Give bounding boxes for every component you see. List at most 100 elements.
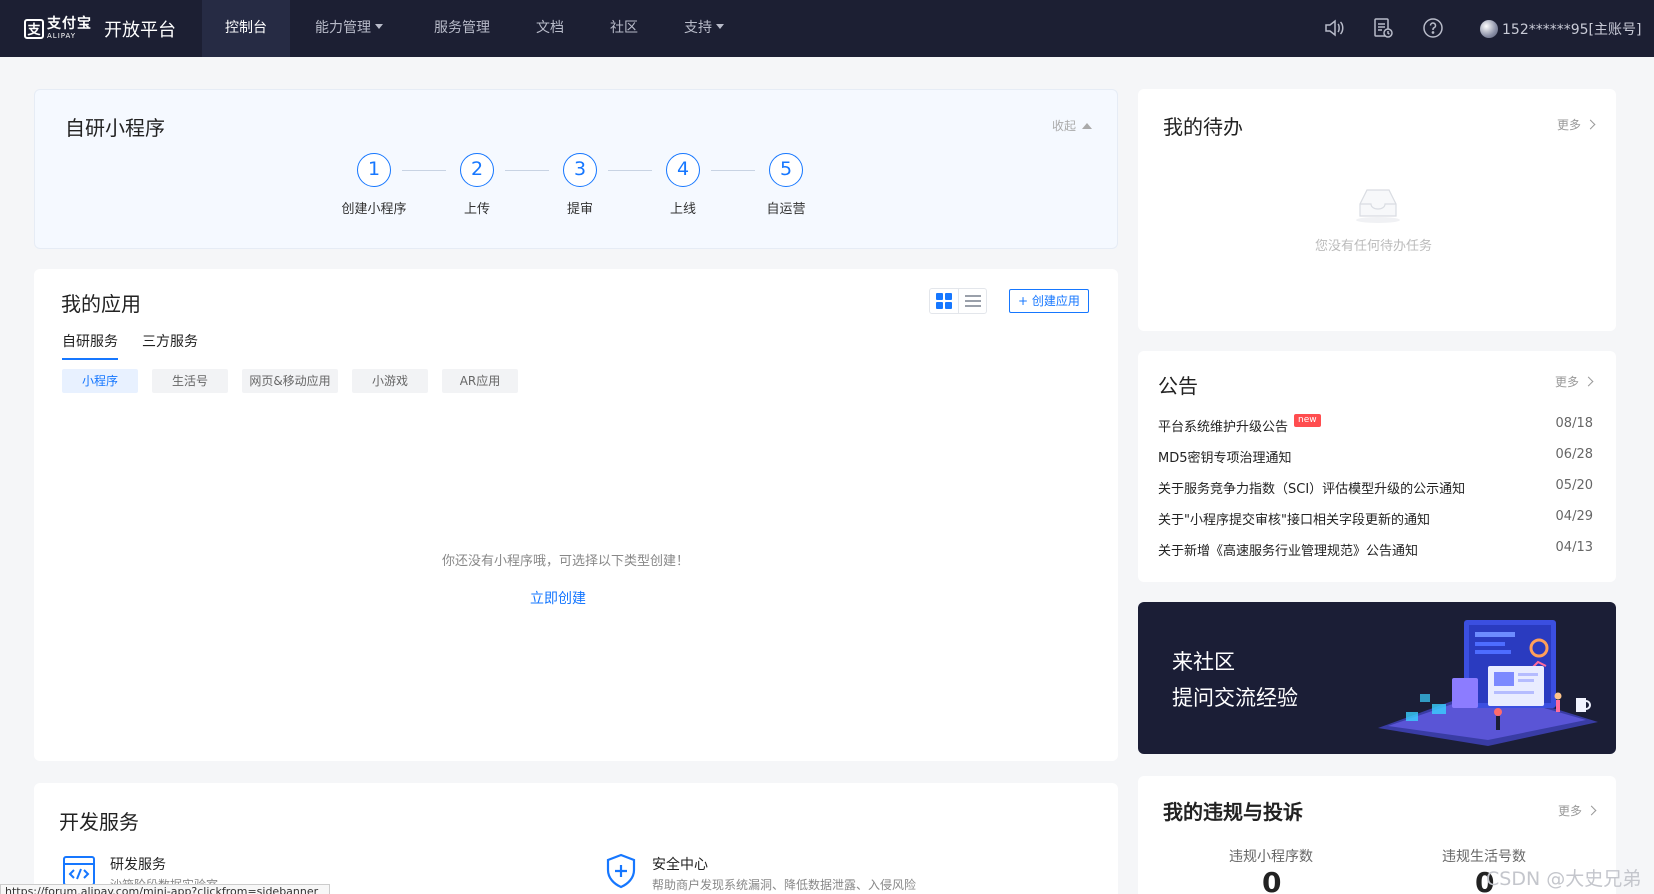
step-label: 自运营 bbox=[766, 202, 806, 217]
caret-down-icon bbox=[716, 24, 724, 29]
service-desc: 帮助商户发现系统漏洞、降低数据泄露、入侵风险 bbox=[652, 878, 917, 892]
new-badge: new bbox=[1294, 414, 1321, 427]
stat-label: 违规小程序数 bbox=[1229, 849, 1313, 865]
step-label: 提审 bbox=[566, 202, 593, 217]
my-apps-title: 我的应用 bbox=[61, 292, 141, 316]
notice-item-title: 关于"小程序提交审核"接口相关字段更新的通知 bbox=[1158, 513, 1430, 528]
nav-community[interactable]: 社区 bbox=[602, 0, 646, 57]
platform-name: 开放平台 bbox=[104, 19, 176, 41]
step-number: 2 bbox=[460, 153, 494, 187]
notice-item-date: 05/20 bbox=[1555, 478, 1593, 493]
chip-mini-game[interactable]: 小游戏 bbox=[352, 369, 428, 393]
user-account-menu[interactable]: 152******95[主账号] bbox=[1480, 0, 1641, 57]
self-dev-title: 自研小程序 bbox=[65, 116, 165, 140]
empty-inbox-icon bbox=[1354, 184, 1402, 228]
collapse-button[interactable]: 收起 bbox=[1052, 117, 1093, 134]
nav-label: 支持 bbox=[684, 20, 712, 36]
nav-label: 社区 bbox=[610, 20, 638, 36]
more-label: 更多 bbox=[1555, 375, 1580, 389]
account-name: 152******95[主账号] bbox=[1502, 21, 1642, 38]
nav-services[interactable]: 服务管理 bbox=[420, 0, 504, 57]
todo-empty-text: 您没有任何待办任务 bbox=[1315, 239, 1433, 254]
chevron-right-icon bbox=[1583, 376, 1594, 387]
notice-item[interactable]: 关于新增《高速服务行业管理规范》公告通知 04/13 bbox=[1158, 540, 1593, 560]
chevron-right-icon bbox=[1585, 119, 1596, 130]
dev-services-title: 开发服务 bbox=[59, 810, 139, 834]
banner-line2: 提问交流经验 bbox=[1172, 686, 1298, 710]
help-icon[interactable] bbox=[1422, 17, 1444, 39]
nav-label: 控制台 bbox=[225, 20, 267, 36]
nav-label: 服务管理 bbox=[434, 20, 490, 36]
step-number: 1 bbox=[357, 153, 391, 187]
list-view-icon[interactable] bbox=[958, 289, 986, 313]
step-number: 4 bbox=[666, 153, 700, 187]
notice-item[interactable]: 平台系统维护升级公告 new 08/18 bbox=[1158, 414, 1593, 436]
notice-item-title: 关于新增《高速服务行业管理规范》公告通知 bbox=[1158, 544, 1419, 559]
notice-item[interactable]: 关于服务竞争力指数（SCI）评估模型升级的公示通知 05/20 bbox=[1158, 478, 1593, 498]
caret-up-icon bbox=[1082, 122, 1093, 129]
link-status-bar: https://forum.alipay.com/mini-app?clickf… bbox=[0, 884, 330, 894]
nav-docs[interactable]: 文档 bbox=[528, 0, 572, 57]
create-app-button[interactable]: + 创建应用 bbox=[1009, 289, 1089, 313]
step-launch: 4 上线 bbox=[633, 153, 733, 217]
service-title[interactable]: 研发服务 bbox=[110, 854, 166, 874]
step-label: 上线 bbox=[669, 202, 696, 217]
nav-label: 能力管理 bbox=[315, 20, 371, 36]
speaker-icon[interactable] bbox=[1323, 17, 1345, 39]
service-title[interactable]: 安全中心 bbox=[652, 854, 708, 874]
tab-self-dev[interactable]: 自研服务 bbox=[62, 331, 118, 360]
step-operate: 5 自运营 bbox=[736, 153, 836, 217]
logo-text-cn: 支付宝 bbox=[47, 16, 92, 32]
violations-more-link[interactable]: 更多 bbox=[1558, 802, 1597, 819]
todo-more-link[interactable]: 更多 bbox=[1557, 116, 1596, 133]
chip-web-mobile[interactable]: 网页&移动应用 bbox=[242, 369, 338, 393]
notice-item-title: MD5密钥专项治理通知 bbox=[1158, 451, 1292, 466]
empty-apps-message: 你还没有小程序哦，可选择以下类型创建！ bbox=[442, 554, 690, 569]
shield-plus-icon bbox=[604, 853, 638, 893]
nav-support[interactable]: 支持 bbox=[674, 0, 734, 57]
caret-down-icon bbox=[375, 24, 383, 29]
notice-item-title: 关于服务竞争力指数（SCI）评估模型升级的公示通知 bbox=[1158, 482, 1466, 497]
collapse-label: 收起 bbox=[1052, 119, 1077, 133]
nav-capability[interactable]: 能力管理 bbox=[296, 0, 402, 57]
notice-item-title: 平台系统维护升级公告 bbox=[1158, 420, 1289, 435]
notice-item-date: 04/13 bbox=[1555, 540, 1593, 555]
grid-view-icon[interactable] bbox=[930, 289, 958, 313]
notice-item-date: 04/29 bbox=[1555, 509, 1593, 524]
avatar bbox=[1480, 19, 1498, 38]
more-label: 更多 bbox=[1557, 118, 1582, 132]
task-list-icon[interactable] bbox=[1372, 17, 1394, 39]
alipay-logo-mark-icon: 支 bbox=[24, 18, 44, 39]
chip-mini-program[interactable]: 小程序 bbox=[62, 369, 138, 393]
chip-ar-app[interactable]: AR应用 bbox=[442, 369, 518, 393]
more-label: 更多 bbox=[1558, 804, 1583, 818]
notice-item-date: 06/28 bbox=[1555, 447, 1593, 462]
community-banner[interactable]: 来社区 提问交流经验 bbox=[1138, 602, 1616, 754]
step-review: 3 提审 bbox=[530, 153, 630, 217]
nav-label: 文档 bbox=[536, 20, 564, 36]
brand[interactable]: 支 支付宝 ALIPAY 开放平台 bbox=[0, 0, 202, 57]
chip-life-account[interactable]: 生活号 bbox=[152, 369, 228, 393]
chevron-right-icon bbox=[1586, 805, 1597, 816]
create-now-link[interactable]: 立即创建 bbox=[530, 588, 586, 608]
nav-console[interactable]: 控制台 bbox=[202, 0, 290, 57]
step-label: 创建小程序 bbox=[341, 202, 407, 217]
step-create: 1 创建小程序 bbox=[324, 153, 424, 217]
violations-title: 我的违规与投诉 bbox=[1163, 800, 1303, 824]
alipay-logo: 支 支付宝 ALIPAY bbox=[24, 17, 92, 40]
notice-item-date: 08/18 bbox=[1555, 416, 1593, 431]
computer-illustration-icon bbox=[1348, 616, 1608, 750]
top-navbar: 支 支付宝 ALIPAY 开放平台 控制台 能力管理 服务管理 文档 社区 支持… bbox=[0, 0, 1654, 57]
watermark: CSDN @大史兄弟 bbox=[1486, 868, 1642, 890]
notice-title: 公告 bbox=[1158, 374, 1198, 398]
view-toggle bbox=[929, 288, 987, 314]
step-number: 5 bbox=[769, 153, 803, 187]
banner-line1: 来社区 bbox=[1172, 650, 1235, 674]
notice-item[interactable]: 关于"小程序提交审核"接口相关字段更新的通知 04/29 bbox=[1158, 509, 1593, 529]
notice-item[interactable]: MD5密钥专项治理通知 06/28 bbox=[1158, 447, 1593, 467]
step-label: 上传 bbox=[463, 202, 490, 217]
notice-more-link[interactable]: 更多 bbox=[1555, 373, 1594, 390]
logo-text-en: ALIPAY bbox=[47, 32, 77, 40]
tab-third-party[interactable]: 三方服务 bbox=[142, 331, 198, 351]
stat-value[interactable]: 0 bbox=[1262, 866, 1281, 894]
